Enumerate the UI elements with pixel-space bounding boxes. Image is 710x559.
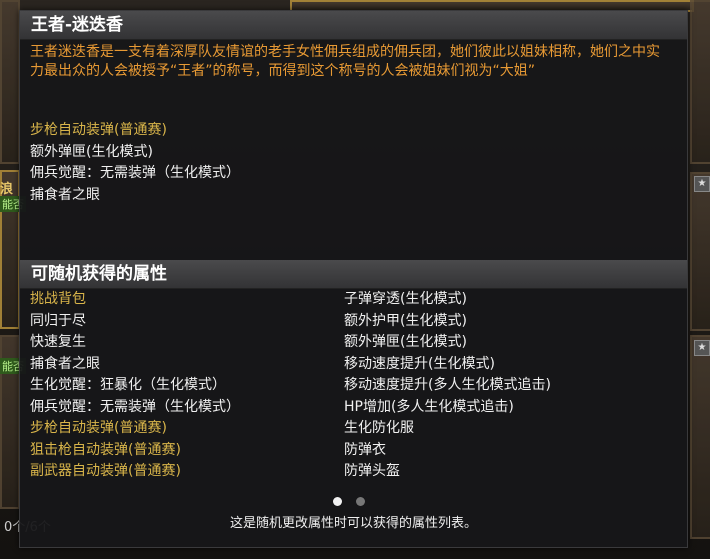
random-attribute: 捕食者之眼 bbox=[30, 355, 100, 372]
random-attribute: 额外弹匣(生化模式) bbox=[344, 334, 467, 350]
random-attribute: 佣兵觉醒：无需装弹（生化模式） bbox=[30, 398, 240, 415]
random-attribute: 步枪自动装弹(普通赛) bbox=[30, 420, 167, 436]
random-attribute: 防弹衣 bbox=[344, 441, 386, 458]
random-attribute-list-left: 挑战背包 同归于尽 快速复生 捕食者之眼 生化觉醒：狂暴化（生化模式） 佣兵觉醒… bbox=[30, 289, 240, 483]
bg-card-right-mid[interactable] bbox=[690, 172, 710, 331]
page-dot-2[interactable] bbox=[356, 497, 365, 506]
random-attribute: 快速复生 bbox=[30, 334, 86, 350]
random-attribute: 挑战背包 bbox=[30, 291, 86, 307]
random-attribute: 移动速度提升(生化模式) bbox=[344, 355, 495, 372]
tooltip-title: 王者-迷迭香 bbox=[20, 11, 687, 40]
random-attribute: HP增加(多人生化模式追击) bbox=[344, 398, 514, 415]
bg-card-right-top[interactable] bbox=[690, 0, 710, 164]
random-attribute: 子弹穿透(生化模式) bbox=[344, 291, 467, 307]
tooltip-description: 王者迷迭香是一支有着深厚队友情谊的老手女性佣兵组成的佣兵团，她们彼此以姐妹相称，… bbox=[30, 44, 660, 79]
bg-card-right-bottom[interactable] bbox=[690, 335, 710, 539]
random-attribute: 狙击枪自动装弹(普通赛) bbox=[30, 441, 181, 458]
bg-card-left-top bbox=[0, 0, 20, 164]
random-attribute-list-right: 子弹穿透(生化模式) 额外护甲(生化模式) 额外弹匣(生化模式) 移动速度提升(… bbox=[344, 289, 551, 483]
fixed-attribute: 额外弹匣(生化模式) bbox=[30, 143, 153, 160]
star-icon[interactable]: ★ bbox=[694, 176, 710, 192]
random-attribute: 防弹头盔 bbox=[344, 463, 400, 479]
fixed-attribute: 佣兵觉醒：无需装弹（生化模式） bbox=[30, 165, 240, 181]
random-attribute: 生化防化服 bbox=[344, 420, 414, 436]
random-attribute: 额外护甲(生化模式) bbox=[344, 312, 467, 329]
random-attribute: 副武器自动装弹(普通赛) bbox=[30, 463, 181, 479]
random-attribute: 同归于尽 bbox=[30, 312, 86, 329]
star-icon[interactable]: ★ bbox=[694, 340, 710, 356]
fixed-attribute: 捕食者之眼 bbox=[30, 186, 100, 203]
page-dot-1[interactable] bbox=[333, 497, 342, 506]
fixed-attribute-list: 步枪自动装弹(普通赛) 额外弹匣(生化模式) 佣兵觉醒：无需装弹（生化模式） 捕… bbox=[30, 120, 240, 206]
random-attribute: 移动速度提升(多人生化模式追击) bbox=[344, 377, 551, 393]
random-section-title: 可随机获得的属性 bbox=[20, 260, 687, 289]
attribute-tooltip: 王者-迷迭香 王者迷迭香是一支有着深厚队友情谊的老手女性佣兵组成的佣兵团，她们彼… bbox=[19, 10, 688, 548]
tooltip-footer: 这是随机更改属性时可以获得的属性列表。 bbox=[229, 516, 477, 531]
random-attribute: 生化觉醒：狂暴化（生化模式） bbox=[30, 377, 226, 393]
pagination-dots bbox=[333, 491, 379, 510]
fixed-attribute: 步枪自动装弹(普通赛) bbox=[30, 122, 167, 138]
bg-side-tag: 浪 bbox=[0, 182, 14, 197]
